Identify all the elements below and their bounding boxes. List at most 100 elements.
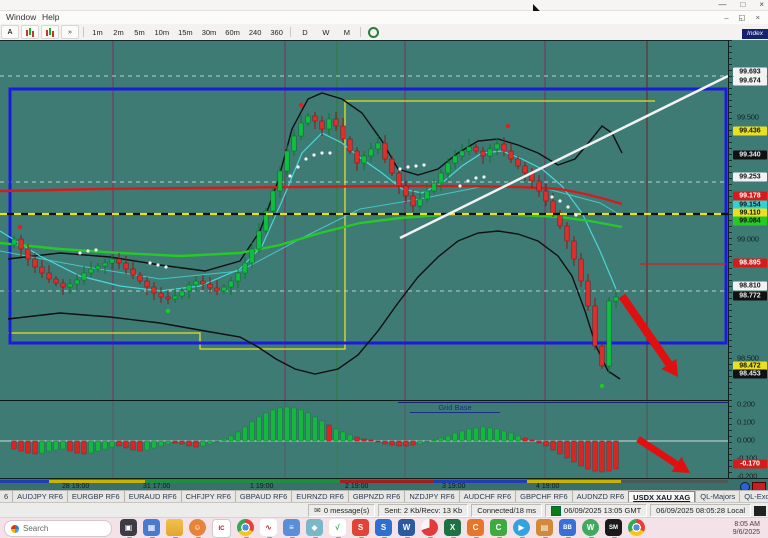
connection-status-icon [551,505,562,516]
file-explorer-icon[interactable] [166,519,183,538]
taskbar-clock[interactable]: 8:05 AM 9/6/2025 [733,521,768,537]
timeframe-15m[interactable]: 15m [175,26,197,38]
period-D[interactable]: D [295,26,314,38]
pie-app-icon[interactable] [421,519,438,538]
indicator-canvas[interactable] [0,401,728,479]
red-arrow-shaft [618,293,673,367]
close-icon[interactable]: × [759,0,764,10]
price-label: 99.436 [733,126,767,136]
price-label: 99.253 [733,172,767,182]
histogram-bars [11,406,619,473]
price-label: 99.674 [733,76,767,86]
indicator-session-lines [112,401,648,479]
annotation-tool-icon[interactable]: A [1,25,19,39]
period-group: DWM [294,26,357,38]
lower-band-line [7,230,621,380]
search-placeholder: Search [23,524,49,533]
mini-chart-icon [754,505,766,516]
clock-time: 8:05 AM [734,520,760,528]
timeframe-5m[interactable]: 5m [130,26,149,38]
price-axis[interactable]: 99.500 99.000 98.500 0.200 0.100 0.000 -0.100-… [728,40,768,481]
sm-app-icon[interactable]: SM [605,519,622,538]
traffic-section: Sent: 2 Kb/Recv: 13 Kb [378,504,469,517]
c-orange-app-icon[interactable]: C [467,519,484,538]
word-icon[interactable]: W [398,519,415,538]
price-label: -0.170 [733,459,767,469]
sell-signal-dot [505,123,511,129]
timeframe-240[interactable]: 240 [245,26,265,38]
connection-text: Connected/18 ms [477,506,537,515]
psar-dots [78,151,578,269]
calculator-icon[interactable]: ▦ [143,519,160,538]
buy-signal-dot [599,383,605,389]
menu-help[interactable]: Help [42,11,59,24]
blue-range-box [8,87,728,345]
candle-style-2-icon[interactable] [41,25,59,39]
trading-chart-icon[interactable]: ∿ [260,519,277,538]
time-label: 3 19:00 [442,483,466,490]
session-color-bar [0,480,49,483]
c-green-app-icon[interactable]: C [490,519,507,538]
notes-icon[interactable]: ≡ [283,519,300,538]
messages-section: ✉ 0 message(s) [308,504,376,517]
timeframe-360[interactable]: 360 [267,26,287,38]
price-label: 98.810 [733,281,767,291]
timeframe-1m[interactable]: 1m [88,26,107,38]
price-label: 98.895 [733,258,767,268]
chrome-2-icon[interactable] [628,519,645,536]
timeframe-30m[interactable]: 30m [198,26,220,38]
indicator-title: Grid Base [410,403,500,413]
candle-style-icon[interactable] [21,25,39,39]
price-label: 98.453 [733,369,767,379]
time-label: 4 19:00 [536,483,560,490]
chrome-icon[interactable] [237,519,254,538]
ic-markets-icon[interactable]: IC [212,519,231,538]
s-red-app-icon[interactable]: S [352,519,369,538]
minimize-icon[interactable]: — [718,0,726,10]
menu-window[interactable]: Window [6,11,36,24]
axis-tick: 0.000 [737,435,755,445]
timeframe-2m[interactable]: 2m [109,26,128,38]
chart-toolbar: A » 1m 2m 5m 10m 15m 30m 60m 240 360 DWM [0,24,768,41]
main-chart-pane[interactable] [0,40,728,401]
telegram-icon[interactable]: ▶ [513,519,530,538]
timeframe-10m[interactable]: 10m [151,26,173,38]
period-W[interactable]: W [316,26,335,38]
excel-icon[interactable]: X [444,519,461,538]
indicator-pane[interactable]: Grid Base [0,400,728,479]
toolbar-overflow-chevron[interactable]: » [61,25,79,39]
status-bar: ✉ 0 message(s) Sent: 2 Kb/Recv: 13 Kb Co… [0,502,768,518]
time-label: 28 19:00 [62,483,90,490]
period-M[interactable]: M [337,26,356,38]
photos-icon[interactable]: ◆ [306,519,323,538]
avatar-icon[interactable]: ☺ [189,519,206,538]
sell-signal-dot [298,102,304,108]
s-blue-app-icon[interactable]: S [375,519,392,538]
cyan-fast-ma-line [0,132,617,292]
local-time-section: 06/09/2025 08:05:28 Local [650,504,751,517]
index-tag: Index [742,29,768,39]
chart-canvas[interactable] [0,41,728,401]
w-green-app-icon[interactable]: W [582,519,599,538]
child-minimize-icon[interactable]: – [724,12,728,23]
check-app-icon[interactable]: √ [329,519,346,538]
taskbar-search[interactable]: Search [4,520,112,537]
taskbar-apps: ▣ ▦ ☺ IC ∿ ≡ ◆ √ S S W X C C ▶ ▤ BB W SM [120,519,645,538]
time-label: 1 19:00 [250,483,274,490]
windows-taskbar: Search ▣ ▦ ☺ IC ∿ ≡ ◆ √ S S W X C C ▶ ▤ BB W SM 8:05 AM 9/… [0,517,768,538]
drawer-app-icon[interactable]: ▤ [536,519,553,538]
settings-gear-icon[interactable] [368,26,380,38]
timeframe-60m[interactable]: 60m [222,26,244,38]
session-color-bar [621,480,728,483]
session-color-bar [145,480,340,483]
price-label: 99.084 [733,216,767,226]
dashed-gridlines [0,75,728,292]
widgets-icon[interactable]: ▣ [120,519,137,538]
connection-section: Connected/18 ms [471,504,543,517]
menu-bar: Window Help – ◱ × [0,11,768,25]
child-close-icon[interactable]: × [756,12,760,23]
bb-app-icon[interactable]: BB [559,519,576,538]
child-restore-icon[interactable]: ◱ [739,12,746,23]
maximize-icon[interactable]: □ [740,0,745,10]
trading-app-window: — □ × Window Help – ◱ × A » 1m 2m 5m 10m 15m 30m 6… [0,0,768,538]
